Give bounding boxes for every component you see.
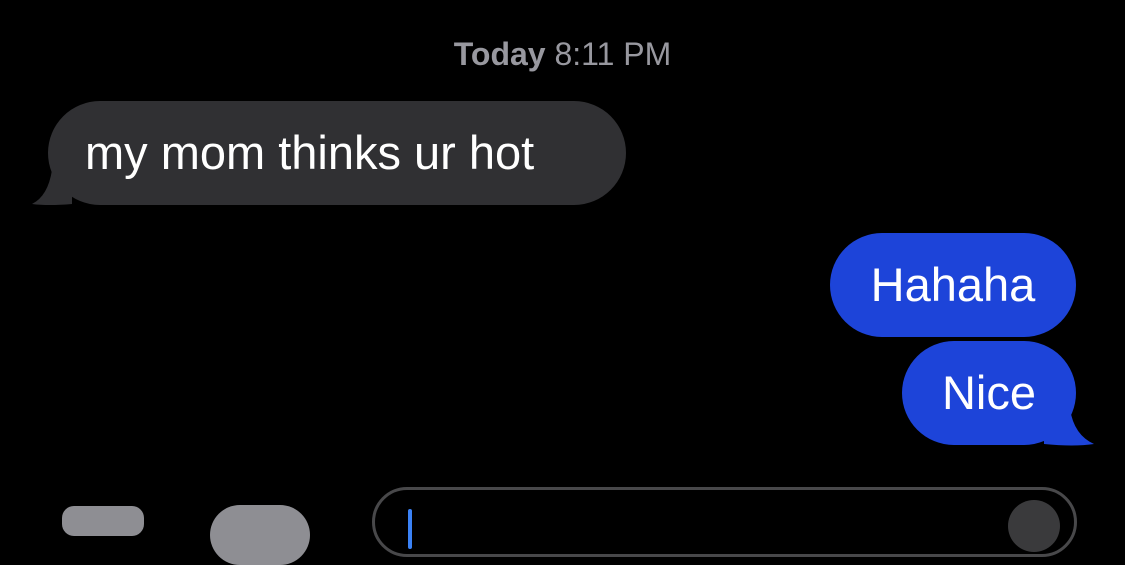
microphone-icon[interactable] (1008, 500, 1060, 552)
received-bubble-tail (32, 170, 72, 205)
message-timestamp: Today 8:11 PM (0, 34, 1125, 74)
text-cursor (408, 509, 412, 549)
app-store-icon[interactable] (210, 505, 310, 565)
message-input[interactable] (372, 487, 1077, 557)
received-message-bubble[interactable]: my mom thinks ur hot (48, 101, 626, 205)
message-text: Hahaha (870, 258, 1036, 311)
sent-bubble-tail (1044, 409, 1094, 446)
message-text: my mom thinks ur hot (85, 126, 535, 179)
sent-message-bubble[interactable]: Hahaha (830, 233, 1076, 337)
message-text: Nice (941, 366, 1037, 419)
timestamp-time: 8:11 PM (554, 36, 672, 72)
camera-icon[interactable] (62, 506, 144, 536)
timestamp-day: Today (453, 36, 546, 72)
